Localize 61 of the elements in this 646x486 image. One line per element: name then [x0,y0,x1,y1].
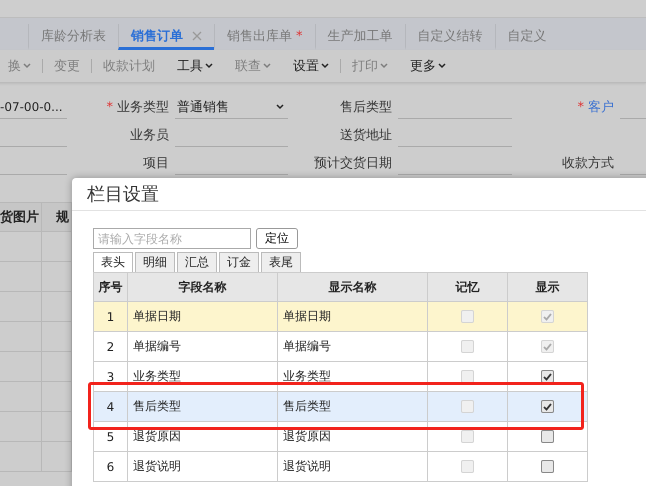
table-cell: 退货原因 [278,422,428,452]
column-header: 记忆 [428,273,508,302]
row-number: 5 [94,422,128,452]
chevron-down-icon [321,63,329,69]
column-header: 序号 [94,273,128,302]
field-label: 项目 [143,155,169,173]
tab[interactable]: 订金 [219,252,259,272]
search-field[interactable]: 请输入字段名称 [93,228,251,249]
form-field[interactable]: -07-00-0... [0,95,67,119]
column-header: 货图片 [0,202,42,232]
tab[interactable]: 汇总 [177,252,217,272]
column-header: 规 [42,202,72,232]
chevron-down-icon [23,63,31,69]
checkbox[interactable] [541,430,554,443]
row-number: 3 [94,362,128,392]
select-field[interactable]: 普通销售 [175,95,288,119]
row-number: 2 [94,332,128,362]
field-label: 送货地址 [340,127,392,145]
table-cell: 售后类型 [128,392,278,422]
checkbox[interactable] [541,460,554,473]
table-cell: 业务类型 [128,362,278,392]
chevron-down-icon [276,104,284,110]
tab[interactable]: 表尾 [261,252,301,272]
checkbox[interactable] [541,400,554,413]
toolbar-button[interactable]: 工具 [166,57,224,75]
tab[interactable]: 明细 [135,252,175,272]
table-cell: 业务类型 [278,362,428,392]
toolbar-button[interactable]: 更多 [399,57,457,75]
table-cell: 单据日期 [128,302,278,332]
field-label[interactable]: 客户 [588,95,614,119]
tab[interactable]: 表头 [93,252,133,272]
column-header: 显示名称 [278,273,428,302]
close-icon[interactable] [192,30,202,40]
dialog-title: 栏目设置 [72,178,646,211]
locate-button[interactable]: 定位 [256,228,298,249]
field-label: 收款方式 [562,155,614,173]
required-mark: * [578,98,584,116]
chevron-down-icon [438,63,446,69]
required-mark: * [106,98,113,116]
row-number: 6 [94,452,128,482]
table-cell: 单据编号 [278,332,428,362]
table-cell: 退货说明 [128,452,278,482]
field-label: 售后类型 [340,99,392,117]
table-cell: 退货说明 [278,452,428,482]
column-header: 字段名称 [128,273,278,302]
chevron-down-icon [263,63,271,69]
row-number: 1 [94,302,128,332]
modified-mark: * [296,28,302,44]
table-cell: 单据编号 [128,332,278,362]
field-label: 业务类型 [117,99,169,117]
checkbox[interactable] [541,370,554,383]
column-header: 显示 [508,273,588,302]
field-label: 业务员 [130,127,169,145]
chevron-down-icon [205,63,213,69]
table-cell: 售后类型 [278,392,428,422]
table-cell: 单据日期 [278,302,428,332]
table-cell: 退货原因 [128,422,278,452]
chevron-down-icon [380,63,388,69]
toolbar-button[interactable]: 设置 [282,57,340,75]
field-label: 预计交货日期 [314,155,392,173]
row-number: 4 [94,392,128,422]
